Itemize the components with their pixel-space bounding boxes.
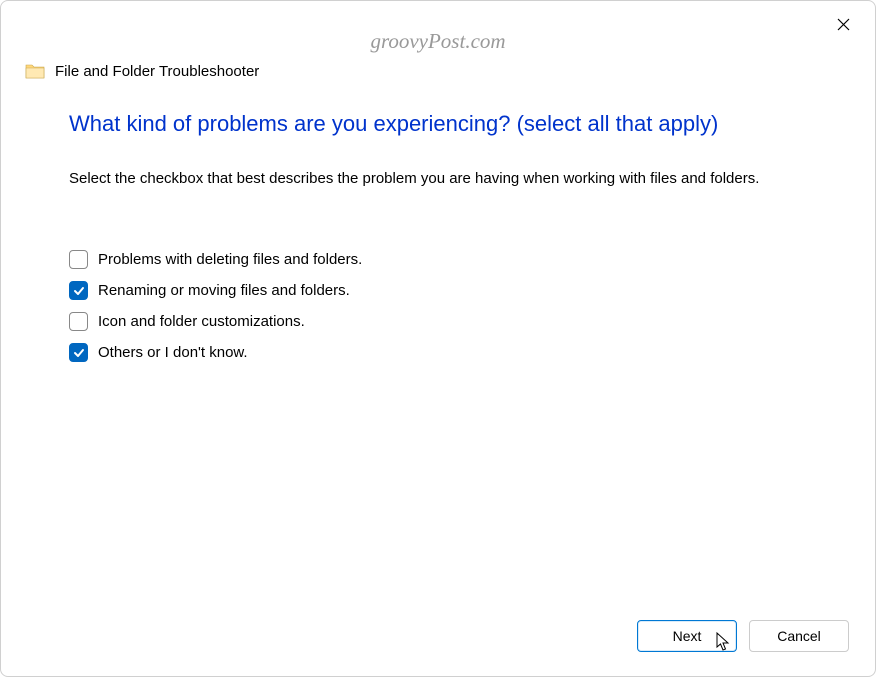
checkmark-icon: [73, 285, 85, 297]
option-row-delete: Problems with deleting files and folders…: [69, 250, 807, 269]
page-heading: What kind of problems are you experienci…: [69, 109, 807, 140]
option-row-others: Others or I don't know.: [69, 343, 807, 362]
content-area: What kind of problems are you experienci…: [1, 81, 875, 602]
checkmark-icon: [73, 347, 85, 359]
checkbox-delete[interactable]: [69, 250, 88, 269]
checkbox-icon[interactable]: [69, 312, 88, 331]
option-label-delete[interactable]: Problems with deleting files and folders…: [98, 251, 362, 268]
close-icon: [837, 18, 850, 36]
option-label-others[interactable]: Others or I don't know.: [98, 344, 248, 361]
window-header: File and Folder Troubleshooter: [1, 1, 875, 81]
folder-icon: [25, 61, 45, 81]
option-label-icon[interactable]: Icon and folder customizations.: [98, 313, 305, 330]
options-list: Problems with deleting files and folders…: [69, 250, 807, 362]
option-row-icon: Icon and folder customizations.: [69, 312, 807, 331]
page-description: Select the checkbox that best describes …: [69, 168, 807, 191]
option-row-rename: Renaming or moving files and folders.: [69, 281, 807, 300]
checkbox-rename[interactable]: [69, 281, 88, 300]
footer: Next Cancel: [1, 602, 875, 676]
app-title: File and Folder Troubleshooter: [55, 63, 259, 80]
close-button[interactable]: [831, 15, 855, 39]
cancel-button[interactable]: Cancel: [749, 620, 849, 652]
next-button[interactable]: Next: [637, 620, 737, 652]
option-label-rename[interactable]: Renaming or moving files and folders.: [98, 282, 350, 299]
checkbox-others[interactable]: [69, 343, 88, 362]
troubleshooter-window: groovyPost.com File and Folder Troublesh…: [0, 0, 876, 677]
